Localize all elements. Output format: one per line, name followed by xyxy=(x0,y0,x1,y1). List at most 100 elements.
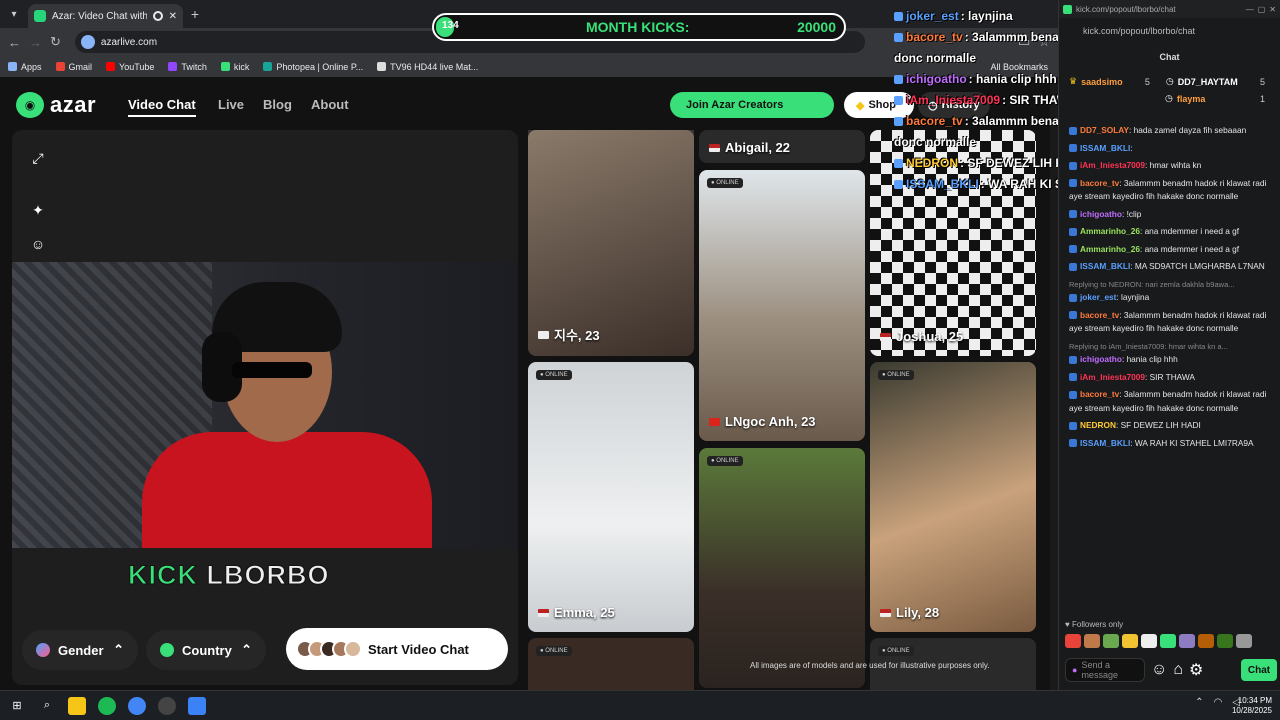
tab-search-icon[interactable]: ▾ xyxy=(0,9,28,20)
profile-card[interactable]: 지수, 23 xyxy=(528,130,694,356)
settings-icon[interactable]: ⚙ xyxy=(1189,660,1203,680)
forward-icon[interactable]: → xyxy=(29,35,42,50)
browser-tab[interactable]: Azar: Video Chat with New ✕ xyxy=(28,4,183,28)
kick-chat-window: kick.com/popout/lborbo/chat — ▢ ✕ kick.c… xyxy=(1058,0,1280,690)
azar-logo-icon: ◉ xyxy=(16,92,44,118)
chat-username[interactable]: ISSAM_BKLI xyxy=(1080,261,1130,271)
spotify-icon[interactable] xyxy=(98,696,116,715)
chat-message[interactable]: Ammarinho_26: ana mdemmer i need a gf xyxy=(1069,243,1269,257)
chat-message[interactable]: ISSAM_BKLI: xyxy=(1069,142,1269,156)
chat-username[interactable]: NEDRON xyxy=(1080,420,1116,430)
azar-logo[interactable]: ◉ azar xyxy=(16,92,96,118)
emote-icon[interactable] xyxy=(1141,634,1157,648)
chat-username[interactable]: bacore_tv xyxy=(1080,310,1119,320)
chat-message[interactable]: bacore_tv: 3alammm benadm hadok ri klawa… xyxy=(1069,309,1269,336)
close-window-icon[interactable]: ✕ xyxy=(1269,5,1276,14)
gifter-row[interactable]: ♛ saadsimo 5 ◷ DD7_HAYTAM 5 xyxy=(1069,76,1265,87)
chat-username[interactable]: iAm_Iniesta7009 xyxy=(1080,372,1145,382)
chat-text: : ana mdemmer i need a gf xyxy=(1139,226,1240,236)
search-icon[interactable]: ⌕ xyxy=(38,697,56,715)
file-explorer-icon[interactable] xyxy=(68,696,86,715)
nav-live[interactable]: Live xyxy=(218,97,244,112)
emote-icon[interactable] xyxy=(1198,634,1214,648)
chat-message[interactable]: ISSAM_BKLI: WA RAH KI STAHEL LMI7RA9A xyxy=(1069,437,1269,451)
chat-username[interactable]: ISSAM_BKLI xyxy=(1080,438,1130,448)
gift-icon[interactable]: ⌂ xyxy=(1173,661,1183,679)
chevron-up-icon[interactable]: ⌃ xyxy=(1195,697,1203,708)
emote-icon[interactable] xyxy=(1103,634,1119,648)
bookmark-twitch[interactable]: Twitch xyxy=(168,62,207,72)
gifter-row[interactable]: ◷ flayma 1 xyxy=(1069,93,1265,104)
site-info-icon[interactable] xyxy=(80,35,95,49)
chat-message[interactable]: NEDRON: SF DEWEZ LIH HADI xyxy=(1069,419,1269,433)
chat-message[interactable]: iAm_Iniesta7009: hmar wihta kn xyxy=(1069,159,1269,173)
emote-icon[interactable] xyxy=(1084,634,1100,648)
chat-username[interactable]: DD7_SOLAY xyxy=(1080,125,1129,135)
send-chat-button[interactable]: Chat xyxy=(1241,659,1277,681)
chat-message[interactable]: ISSAM_BKLI: MA SD9ATCH LMGHARBA L7NAN xyxy=(1069,260,1269,274)
profile-card[interactable]: ● ONLINE xyxy=(528,638,694,690)
join-creators-button[interactable]: Join Azar Creators xyxy=(670,92,834,118)
bookmark-photopea[interactable]: Photopea | Online P... xyxy=(263,62,363,72)
chat-text: : !clip xyxy=(1121,208,1142,219)
chat-username[interactable]: ISSAM_BKLI xyxy=(1080,143,1130,153)
chat-username[interactable]: iAm_Iniesta7009 xyxy=(1080,160,1145,170)
chat-message[interactable]: ichigoatho: !clip xyxy=(1069,208,1269,222)
chat-username[interactable]: bacore_tv xyxy=(1080,389,1119,399)
chat-username[interactable]: bacore_tv xyxy=(1080,178,1119,188)
profile-card[interactable]: ● ONLINE Lily, 28 xyxy=(870,362,1036,632)
wifi-icon[interactable]: ◠ xyxy=(1214,697,1223,708)
emote-icon[interactable] xyxy=(1160,634,1176,648)
profile-card[interactable]: ● ONLINE LNgoc Anh, 23 xyxy=(699,170,865,441)
profile-card[interactable]: ● ONLINE Emma, 25 xyxy=(528,362,694,632)
emote-icon[interactable] xyxy=(1217,634,1233,648)
azar-navbar: ◉ azar Video Chat Live Blog About Join A… xyxy=(0,78,1050,130)
reload-icon[interactable]: ↻ xyxy=(50,34,61,50)
chrome-icon[interactable] xyxy=(128,696,146,715)
app-icon[interactable] xyxy=(188,696,206,715)
chat-username[interactable]: ichigoatho xyxy=(1080,209,1122,219)
chat-username[interactable]: Ammarinho_26 xyxy=(1080,226,1140,236)
bookmark-kick[interactable]: kick xyxy=(220,62,249,72)
bookmark-gmail[interactable]: Gmail xyxy=(55,62,92,72)
nav-blog[interactable]: Blog xyxy=(263,97,292,112)
emote-icon[interactable] xyxy=(1065,634,1081,648)
obs-icon[interactable] xyxy=(158,696,176,715)
chat-message[interactable]: bacore_tv: 3alammm benadm hadok ri klawa… xyxy=(1069,177,1269,204)
expand-icon[interactable]: ⤢ xyxy=(28,148,48,168)
bookmark-apps[interactable]: Apps xyxy=(8,62,42,72)
chat-message[interactable]: DD7_SOLAY: hada zamel dayza fih sebaaan xyxy=(1069,124,1269,138)
sparkle-effects-icon[interactable]: ✦ xyxy=(28,200,48,220)
chat-username[interactable]: ichigoatho xyxy=(1080,354,1122,364)
emote-icon[interactable] xyxy=(1236,634,1252,648)
profile-card[interactable]: ● ONLINE xyxy=(699,448,865,688)
nav-about[interactable]: About xyxy=(311,97,349,112)
gender-filter-button[interactable]: Gender ⌃ xyxy=(22,630,138,670)
country-filter-button[interactable]: Country ⌃ xyxy=(146,630,266,670)
close-tab-icon[interactable]: ✕ xyxy=(169,11,177,22)
chat-username[interactable]: joker_est xyxy=(1080,292,1116,302)
kick-favicon-icon xyxy=(1063,4,1072,14)
start-video-chat-button[interactable]: Start Video Chat xyxy=(286,628,508,670)
chat-message[interactable]: Replying to iAm_Iniesta7009: hmar wihta … xyxy=(1069,340,1269,367)
emote-icon[interactable] xyxy=(1122,634,1138,648)
chat-message[interactable]: iAm_Iniesta7009: SIR THAWA xyxy=(1069,371,1269,385)
nav-video-chat[interactable]: Video Chat xyxy=(128,97,196,117)
chat-username[interactable]: Ammarinho_26 xyxy=(1080,244,1140,254)
chat-message[interactable]: bacore_tv: 3alammm benadm hadok ri klawa… xyxy=(1069,388,1269,415)
chat-message[interactable]: Ammarinho_26: ana mdemmer i need a gf xyxy=(1069,225,1269,239)
maximize-icon[interactable]: ▢ xyxy=(1258,5,1266,14)
face-filter-icon[interactable]: ☺ xyxy=(28,234,48,254)
windows-start-icon[interactable]: ⊞ xyxy=(8,697,26,715)
back-icon[interactable]: ← xyxy=(8,35,21,50)
profile-card[interactable]: Abigail, 22 xyxy=(699,130,865,163)
bookmark-tv96[interactable]: TV96 HD44 live Mat... xyxy=(377,62,478,72)
chat-input[interactable]: ● Send a message xyxy=(1065,658,1145,682)
emoji-icon[interactable]: ☺ xyxy=(1151,661,1167,679)
bookmark-youtube[interactable]: YouTube xyxy=(106,62,154,72)
system-clock[interactable]: 10:34 PM 10/28/2025 xyxy=(1232,696,1272,716)
emote-icon[interactable] xyxy=(1179,634,1195,648)
new-tab-button[interactable]: + xyxy=(183,6,207,22)
minimize-icon[interactable]: — xyxy=(1246,5,1254,14)
chat-message[interactable]: Replying to NEDRON: nari zemla dakhla b9… xyxy=(1069,278,1269,305)
